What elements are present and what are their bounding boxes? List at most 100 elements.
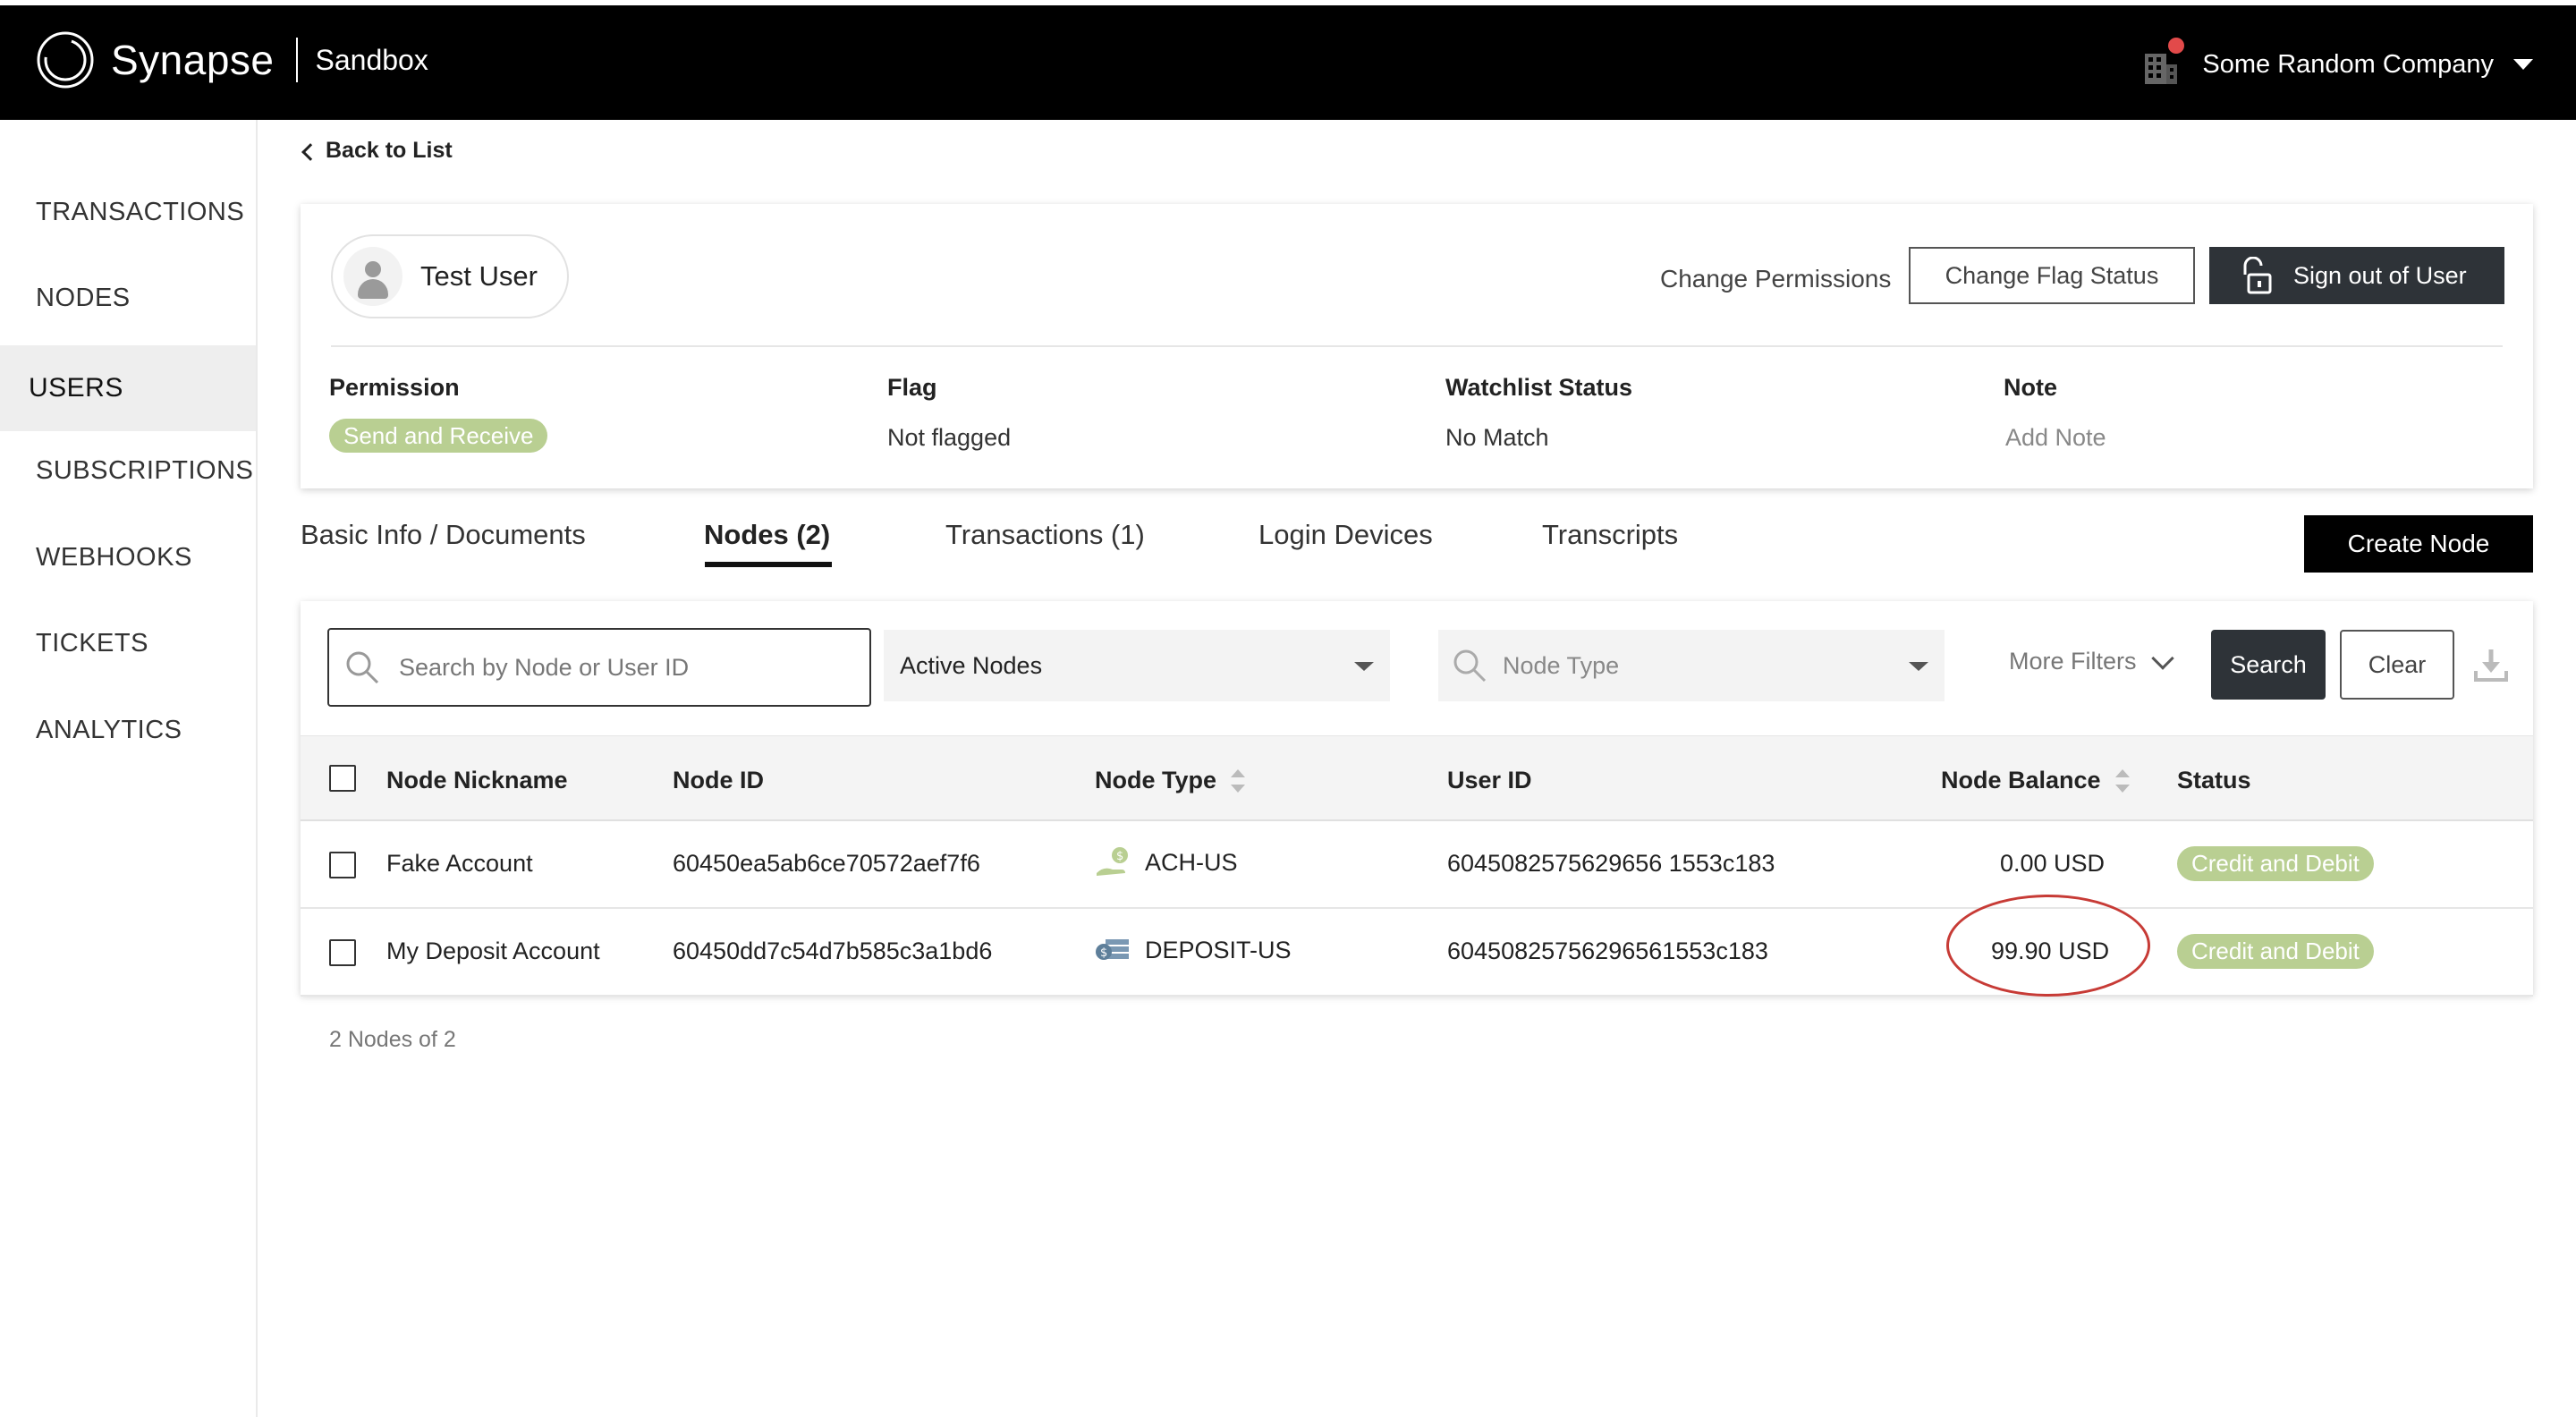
node-type-cell: $ DEPOSIT-US	[1095, 934, 1292, 966]
status-badge: Credit and Debit	[2177, 846, 2374, 881]
node-type-cell: $ ACH-US	[1095, 846, 1238, 878]
company-switcher[interactable]: Some Random Company	[2143, 38, 2533, 84]
add-note-link[interactable]: Add Note	[2005, 424, 2106, 452]
brand-logo[interactable]: Synapse Sandbox	[36, 30, 428, 89]
brand-name: Synapse	[111, 37, 275, 83]
change-flag-status-button[interactable]: Change Flag Status	[1909, 247, 2195, 304]
nodes-table-card: Active Nodes Node Type More Filters Sear…	[301, 601, 2533, 997]
note-label: Note	[2004, 374, 2057, 401]
node-id: 60450dd7c54d7b585c3a1bd6	[673, 938, 993, 964]
brand-divider	[295, 38, 298, 82]
table-header: Node Nickname Node ID Node Type User ID …	[301, 735, 2533, 821]
svg-text:$: $	[1100, 946, 1107, 960]
flag-label: Flag	[887, 374, 937, 401]
node-type-value: DEPOSIT-US	[1145, 936, 1292, 963]
active-nodes-value: Active Nodes	[900, 651, 1043, 679]
row-checkbox[interactable]	[329, 939, 356, 966]
sidebar: TRANSACTIONS NODES USERS SUBSCRIPTIONS W…	[0, 120, 258, 1417]
column-header-node-balance[interactable]: Node Balance	[1941, 767, 2130, 794]
create-node-button[interactable]: Create Node	[2304, 515, 2533, 573]
chevron-down-icon	[2150, 646, 2174, 670]
node-type-select[interactable]: Node Type	[1438, 630, 1945, 701]
sidebar-item-users[interactable]: USERS	[0, 345, 256, 431]
sidebar-item-analytics[interactable]: ANALYTICS	[0, 687, 256, 773]
sidebar-item-nodes[interactable]: NODES	[0, 255, 256, 341]
column-header-status: Status	[2177, 767, 2251, 793]
avatar-icon	[343, 247, 402, 306]
building-icon	[2143, 38, 2185, 84]
caret-down-icon	[2513, 59, 2533, 70]
deposit-cash-icon: $	[1096, 939, 1129, 960]
sidebar-item-transactions[interactable]: TRANSACTIONS	[0, 169, 256, 255]
sort-icon	[1231, 768, 1246, 793]
node-id: 60450ea5ab6ce70572aef7f6	[673, 850, 980, 877]
nodes-count: 2 Nodes of 2	[329, 1027, 456, 1052]
top-bar: Synapse Sandbox Some Random Company	[0, 5, 2576, 120]
sidebar-item-tickets[interactable]: TICKETS	[0, 600, 256, 686]
more-filters-label: More Filters	[2009, 648, 2137, 675]
back-to-list-label: Back to List	[326, 138, 453, 163]
node-type-value: ACH-US	[1145, 848, 1238, 876]
node-balance-header-label: Node Balance	[1941, 767, 2101, 793]
column-header-user-id: User ID	[1447, 767, 1532, 793]
user-summary-card: Test User Change Permissions Change Flag…	[301, 204, 2533, 488]
permission-label: Permission	[329, 374, 460, 401]
permission-badge: Send and Receive	[329, 419, 548, 453]
ach-hand-dollar-icon: $	[1097, 847, 1128, 876]
dropdown-arrow-icon	[1909, 662, 1928, 671]
tab-transactions[interactable]: Transactions (1)	[945, 519, 1145, 551]
unlock-icon	[2243, 257, 2272, 294]
column-header-node-id: Node ID	[673, 767, 765, 793]
tab-login-devices[interactable]: Login Devices	[1258, 519, 1433, 551]
card-divider	[331, 345, 2503, 347]
search-input[interactable]	[399, 653, 828, 682]
search-button[interactable]: Search	[2211, 630, 2326, 700]
company-name: Some Random Company	[2202, 49, 2494, 79]
node-type-header-label: Node Type	[1095, 767, 1217, 793]
sidebar-item-subscriptions[interactable]: SUBSCRIPTIONS	[0, 428, 256, 513]
chevron-left-icon	[301, 142, 319, 161]
column-header-nickname: Node Nickname	[386, 767, 568, 793]
node-balance: 0.00 USD	[2000, 850, 2106, 877]
sidebar-item-webhooks[interactable]: WEBHOOKS	[0, 514, 256, 600]
search-icon	[1453, 649, 1487, 683]
row-checkbox[interactable]	[329, 852, 356, 878]
active-nodes-select[interactable]: Active Nodes	[884, 630, 1390, 701]
status-badge: Credit and Debit	[2177, 934, 2374, 969]
node-nickname: Fake Account	[386, 850, 533, 877]
notification-dot	[2168, 38, 2185, 54]
table-row[interactable]: My Deposit Account 60450dd7c54d7b585c3a1…	[301, 909, 2533, 997]
select-all-checkbox[interactable]	[329, 765, 356, 792]
dropdown-arrow-icon	[1354, 662, 1374, 671]
tab-nodes[interactable]: Nodes (2)	[704, 519, 830, 551]
status-cell: Credit and Debit	[2177, 846, 2374, 881]
environment-label: Sandbox	[315, 43, 428, 76]
watchlist-value: No Match	[1445, 424, 1549, 451]
sign-out-label: Sign out of User	[2293, 261, 2467, 289]
download-icon[interactable]	[2472, 646, 2510, 683]
watchlist-label: Watchlist Status	[1445, 374, 1633, 401]
user-id: 60450825756296561553c183	[1447, 938, 1768, 964]
search-icon	[346, 651, 379, 684]
tab-basic-info[interactable]: Basic Info / Documents	[301, 519, 586, 551]
more-filters-toggle[interactable]: More Filters	[2009, 646, 2174, 675]
user-id: 6045082575629656 1553c183	[1447, 850, 1775, 877]
active-tab-underline	[705, 562, 832, 567]
sort-icon	[2114, 768, 2130, 793]
user-pill: Test User	[331, 234, 569, 318]
clear-button[interactable]: Clear	[2340, 630, 2454, 700]
change-permissions-link[interactable]: Change Permissions	[1660, 265, 1891, 293]
sign-out-of-user-button[interactable]: Sign out of User	[2209, 247, 2504, 304]
node-type-placeholder: Node Type	[1503, 651, 1620, 679]
status-cell: Credit and Debit	[2177, 934, 2374, 969]
node-nickname: My Deposit Account	[386, 938, 600, 964]
svg-text:$: $	[1116, 850, 1123, 863]
permission-value: Send and Receive	[329, 419, 548, 453]
synapse-logo-icon	[37, 31, 94, 89]
tab-transcripts[interactable]: Transcripts	[1542, 519, 1678, 551]
search-field[interactable]	[327, 628, 871, 707]
column-header-node-type[interactable]: Node Type	[1095, 767, 1246, 794]
back-to-list-link[interactable]: Back to List	[301, 138, 453, 164]
user-name: Test User	[420, 260, 538, 292]
table-row[interactable]: Fake Account 60450ea5ab6ce70572aef7f6 $ …	[301, 821, 2533, 909]
